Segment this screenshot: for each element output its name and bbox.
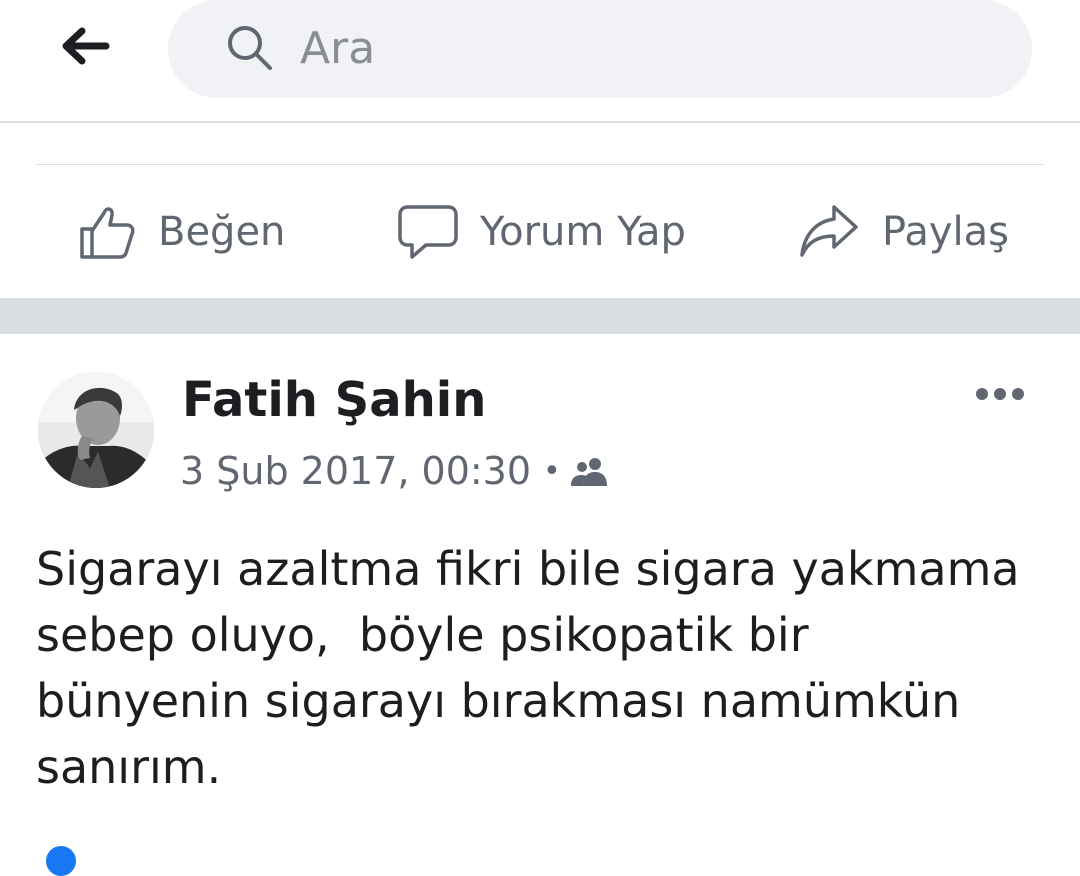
search-icon bbox=[228, 26, 272, 70]
post-meta: 3 Şub 2017, 00:30 • bbox=[180, 446, 609, 496]
post-actions-bar: Beğen Yorum Yap Paylaş bbox=[0, 166, 1080, 298]
search-input[interactable] bbox=[300, 18, 980, 78]
post-body-text: Sigarayı azaltma fikri bile sigara yakma… bbox=[36, 542, 1020, 794]
comment-icon bbox=[398, 205, 458, 259]
back-button[interactable] bbox=[52, 20, 116, 72]
back-arrow-icon bbox=[62, 27, 110, 65]
like-button[interactable]: Beğen bbox=[78, 200, 285, 264]
search-bar[interactable] bbox=[168, 0, 1032, 98]
thumbs-up-icon bbox=[80, 207, 135, 259]
share-button[interactable]: Paylaş bbox=[798, 200, 1009, 264]
avatar[interactable] bbox=[38, 372, 154, 488]
share-icon bbox=[800, 205, 858, 257]
profile-photo bbox=[38, 372, 154, 488]
meta-separator: • bbox=[543, 453, 561, 489]
more-options-icon bbox=[976, 388, 1024, 400]
friends-icon bbox=[570, 458, 607, 486]
feed-post: Fatih Şahin 3 Şub 2017, 00:30 • Sigarayı… bbox=[0, 334, 1080, 876]
comment-button[interactable]: Yorum Yap bbox=[398, 200, 686, 264]
share-label: Paylaş bbox=[882, 209, 1009, 255]
previous-post-text-fragment bbox=[36, 104, 1044, 124]
more-options-button[interactable] bbox=[968, 376, 1032, 412]
post-timestamp[interactable]: 3 Şub 2017, 00:30 bbox=[180, 449, 531, 493]
feed-separator bbox=[0, 298, 1080, 334]
divider bbox=[36, 164, 1044, 165]
comment-label: Yorum Yap bbox=[480, 209, 686, 255]
like-label: Beğen bbox=[158, 209, 286, 255]
post-author-name[interactable]: Fatih Şahin bbox=[182, 372, 486, 430]
